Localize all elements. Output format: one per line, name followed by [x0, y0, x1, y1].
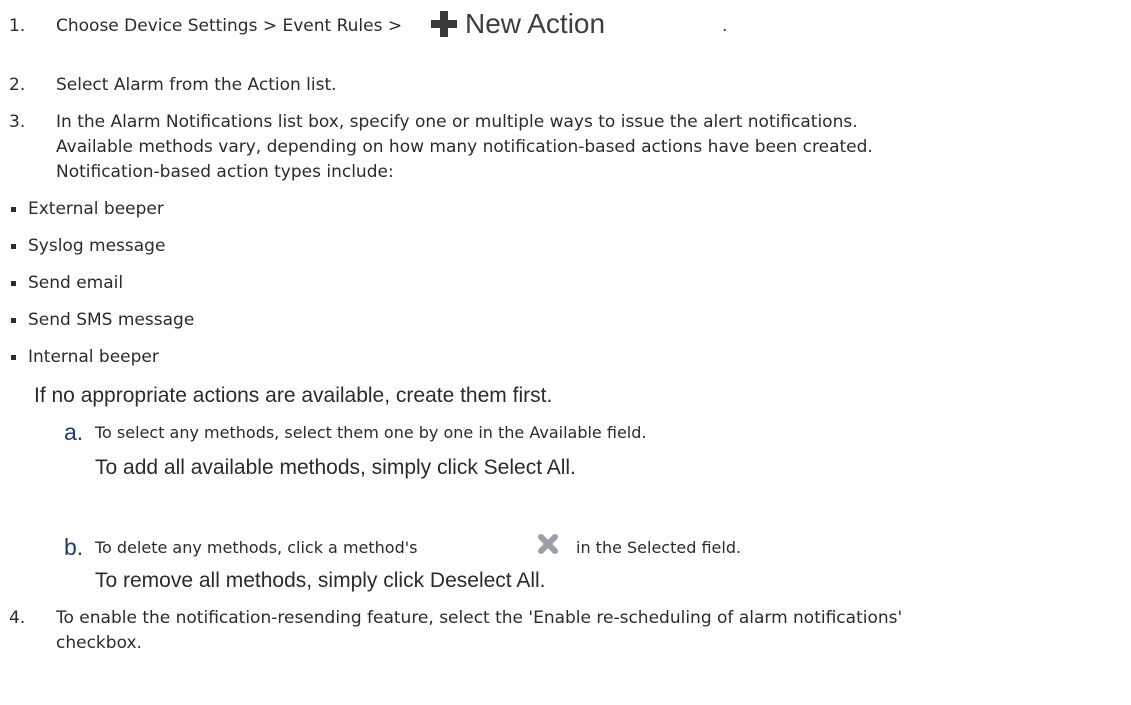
step-3-number: 3. — [9, 112, 26, 132]
step-4-line-1: To enable the notification-resending fea… — [56, 608, 903, 628]
step-3-line-2: Available methods vary, depending on how… — [56, 137, 873, 157]
new-action-label: New Action — [465, 8, 606, 39]
step-3-line-3: Notification-based action types include: — [56, 162, 394, 182]
bullet-item-internal-beeper: Internal beeper — [28, 347, 159, 367]
step-1-trailing-period: . — [722, 16, 728, 36]
delete-x-icon — [538, 534, 558, 554]
step-1-number: 1. — [9, 16, 26, 36]
step-4-number: 4. — [9, 608, 26, 628]
bullet-marker — [11, 318, 16, 323]
bullet-item-send-sms: Send SMS message — [28, 310, 195, 330]
substep-b-text-before: To delete any methods, click a method's — [95, 538, 418, 557]
bullet-item-syslog-message: Syslog message — [28, 236, 166, 256]
substep-a-text: To select any methods, select them one b… — [95, 423, 647, 442]
note-create-actions: If no appropriate actions are available,… — [34, 384, 553, 407]
bullet-marker — [11, 244, 16, 249]
bullet-marker — [11, 281, 16, 286]
bullet-item-external-beeper: External beeper — [28, 199, 164, 219]
substep-b-text-after: in the Selected field. — [576, 538, 742, 557]
bullet-marker — [11, 355, 16, 360]
step-3-line-1: In the Alarm Notifications list box, spe… — [56, 112, 858, 132]
substep-a-note: To add all available methods, simply cli… — [95, 456, 576, 479]
substep-a-letter: a. — [64, 419, 84, 445]
step-2-number: 2. — [9, 75, 26, 95]
plus-icon — [431, 11, 457, 37]
bullet-marker — [11, 207, 16, 212]
substep-b-note: To remove all methods, simply click Dese… — [95, 569, 546, 592]
new-action-button[interactable]: New Action — [431, 6, 605, 42]
step-2-text: Select Alarm from the Action list. — [56, 75, 337, 95]
step-1-text: Choose Device Settings > Event Rules > — [56, 16, 403, 36]
substep-b-letter: b. — [64, 534, 84, 560]
step-4-line-2: checkbox. — [56, 633, 142, 653]
bullet-item-send-email: Send email — [28, 273, 124, 293]
